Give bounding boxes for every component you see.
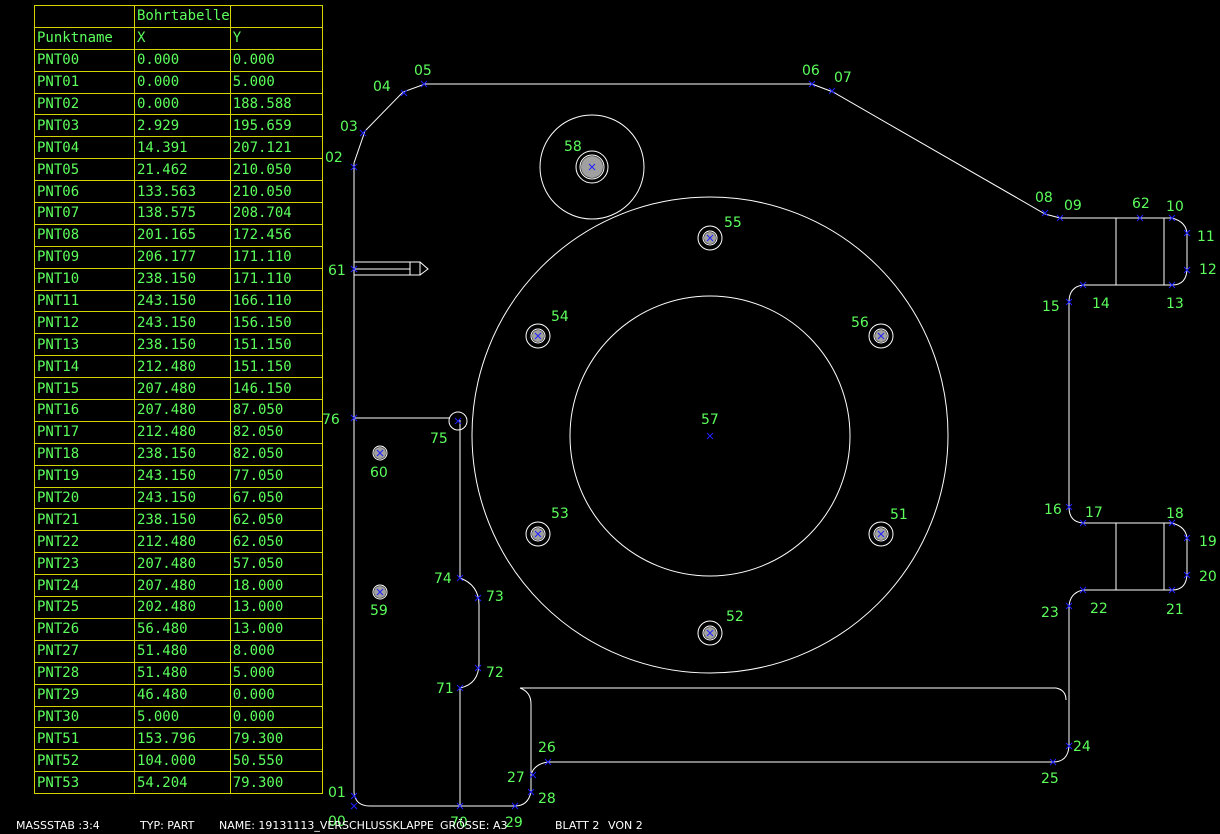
point-label-05: 05 (414, 63, 432, 79)
scale-label: MASSSTAB :3:4 (16, 819, 100, 832)
point-label-71: 71 (436, 681, 454, 697)
point-label-18: 18 (1166, 506, 1184, 522)
sheet-count-label: VON 2 (608, 819, 643, 832)
point-label-11: 11 (1197, 229, 1215, 245)
point-label-61: 61 (328, 263, 346, 279)
point-label-73: 73 (486, 589, 504, 605)
point-label-54: 54 (551, 309, 569, 325)
point-label-15: 15 (1042, 299, 1060, 315)
point-label-09: 09 (1064, 198, 1082, 214)
point-label-53: 53 (551, 506, 569, 522)
point-label-59: 59 (370, 603, 388, 619)
point-label-08: 08 (1035, 190, 1053, 206)
point-label-27: 27 (507, 770, 525, 786)
pin-61-tip (419, 261, 429, 276)
point-label-62: 62 (1132, 196, 1150, 212)
point-label-10: 10 (1166, 199, 1184, 215)
point-label-06: 06 (802, 63, 820, 79)
point-marker-00 (350, 802, 358, 810)
point-label-25: 25 (1041, 771, 1059, 787)
name-label: NAME: 19131113_VERSCHLUSSKLAPPE (219, 819, 434, 832)
point-label-07: 07 (834, 70, 852, 86)
point-marker-03 (359, 129, 367, 137)
point-label-22: 22 (1090, 601, 1108, 617)
point-label-57: 57 (701, 412, 719, 428)
point-label-03: 03 (340, 119, 358, 135)
point-label-58: 58 (564, 139, 582, 155)
point-label-75: 75 (430, 431, 448, 447)
point-label-20: 20 (1199, 569, 1217, 585)
point-label-23: 23 (1041, 605, 1059, 621)
size-label: GRÖSSE: A3 (440, 819, 508, 832)
point-label-21: 21 (1166, 602, 1184, 618)
point-label-60: 60 (370, 465, 388, 481)
point-label-02: 02 (325, 150, 343, 166)
part-outline (353, 83, 1188, 807)
point-label-74: 74 (434, 571, 452, 587)
point-label-55: 55 (724, 215, 742, 231)
point-label-14: 14 (1092, 296, 1110, 312)
inner-slot (520, 687, 1067, 701)
point-label-12: 12 (1199, 262, 1217, 278)
status-bar: MASSSTAB :3:4 TYP: PART NAME: 19131113_V… (0, 818, 1220, 834)
point-label-76: 76 (322, 412, 340, 428)
point-label-72: 72 (486, 665, 504, 681)
sheet-label: BLATT 2 (555, 819, 600, 832)
point-label-04: 04 (373, 79, 391, 95)
point-label-19: 19 (1199, 534, 1217, 550)
point-label-28: 28 (538, 791, 556, 807)
point-label-24: 24 (1073, 739, 1091, 755)
point-label-52: 52 (726, 609, 744, 625)
point-marker-57 (706, 432, 714, 440)
type-label: TYP: PART (140, 819, 195, 832)
point-label-26: 26 (538, 740, 556, 756)
large-circle (471, 196, 949, 674)
point-label-56: 56 (851, 315, 869, 331)
point-label-13: 13 (1166, 296, 1184, 312)
point-label-16: 16 (1044, 502, 1062, 518)
point-label-01: 01 (328, 785, 346, 801)
point-label-17: 17 (1085, 505, 1103, 521)
part-drawing: 000102030405 06 0708 09 62 10111213141516 17 18… (322, 63, 1217, 831)
point-label-51: 51 (890, 507, 908, 523)
